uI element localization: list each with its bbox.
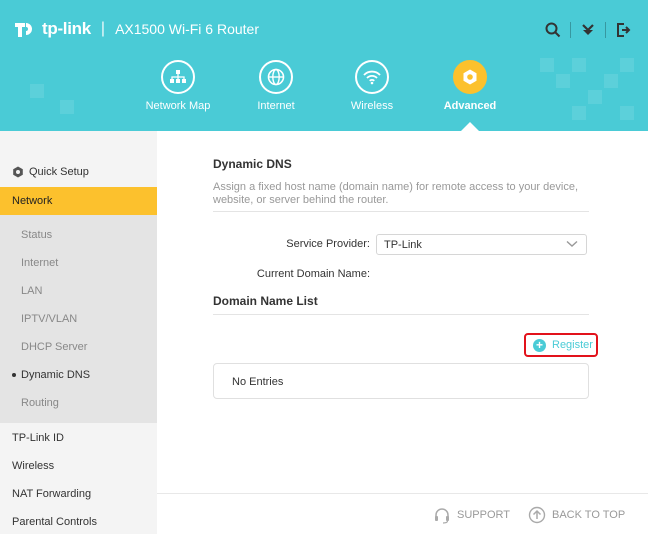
domain-list-title: Domain Name List [213,294,318,308]
download-icon[interactable] [577,19,599,41]
tab-label: Internet [257,100,295,112]
headset-icon [435,508,449,524]
sidebar-item-nat-forwarding[interactable]: NAT Forwarding [0,480,157,508]
tab-network-map[interactable]: Network Map [128,60,228,112]
sidebar-item-label: IPTV/VLAN [21,313,78,325]
sidebar-item-tp-link-id[interactable]: TP-Link ID [0,424,157,452]
sidebar-item-label: Quick Setup [29,166,89,178]
sidebar-item-iptv-vlan[interactable]: IPTV/VLAN [0,305,157,333]
sidebar-item-label: TP-Link ID [12,432,64,444]
sidebar-item-label: Wireless [12,460,55,472]
sidebar-item-label: Internet [21,257,59,269]
domain-list-table: No Entries [213,363,589,399]
sidebar-item-label: Status [21,229,53,241]
sidebar-item-label: Dynamic DNS [21,369,91,381]
tp-link-logo-icon [15,23,32,37]
globe-icon [259,60,293,94]
arrow-up-icon [528,506,546,524]
sidebar-item-label: Network [12,195,53,207]
gear-icon [453,60,487,94]
sidebar-item-wireless[interactable]: Wireless [0,452,157,480]
sidebar-item-label: Parental Controls [12,516,97,528]
search-icon[interactable] [542,19,564,41]
register-label: Register [552,339,593,351]
wifi-icon [355,60,389,94]
sidebar-item-label: LAN [21,285,43,297]
sidebar-item-lan[interactable]: LAN [0,277,157,305]
sidebar-item-dynamic-dns[interactable]: Dynamic DNS [0,361,157,389]
top-header: tp-link | AX1500 Wi-Fi 6 Router Network … [0,0,648,131]
sidebar-item-status[interactable]: Status [0,221,157,249]
main-content: Dynamic DNS Assign a fixed host name (do… [157,131,648,534]
page-title: Dynamic DNS [213,157,292,171]
sidebar-item-label: DHCP Server [21,341,88,353]
network-map-icon [161,60,195,94]
support-label: SUPPORT [457,509,510,521]
tab-advanced[interactable]: Advanced [420,60,520,112]
current-domain-label: Current Domain Name: [256,268,370,280]
service-provider-label: Service Provider: [286,238,370,250]
model-name: AX1500 Wi-Fi 6 Router [115,21,260,37]
tab-label: Wireless [350,100,394,112]
tab-label: Network Map [145,100,211,112]
divider [213,211,589,212]
sidebar-item-label: NAT Forwarding [12,488,92,500]
plus-icon: + [533,338,546,352]
footer: SUPPORT BACK TO TOP [157,493,648,534]
brand: tp-link | AX1500 Wi-Fi 6 Router [12,17,259,41]
service-provider-value: TP-Link [384,239,422,251]
sidebar-item-label: Routing [21,397,59,409]
active-tab-indicator [461,122,479,131]
logout-icon[interactable] [612,19,634,41]
support-link[interactable]: SUPPORT [433,506,510,524]
sidebar-item-quick-setup[interactable]: Quick Setup [0,158,157,186]
sidebar-item-network[interactable]: Network [0,187,157,215]
register-button[interactable]: + Register [524,333,598,357]
divider [213,314,589,315]
gear-icon [13,166,23,178]
page-description: Assign a fixed host name (domain name) f… [213,181,579,206]
sidebar-item-internet[interactable]: Internet [0,249,157,277]
back-to-top-label: BACK TO TOP [552,509,626,521]
brand-name: tp-link [42,19,91,38]
sidebar-item-parental-controls[interactable]: Parental Controls [0,508,157,534]
sidebar-item-routing[interactable]: Routing [0,389,157,417]
back-to-top-link[interactable]: BACK TO TOP [528,506,625,524]
brand-separator: | [100,20,106,37]
network-submenu: Status Internet LAN IPTV/VLAN DHCP Serve… [0,215,157,423]
tab-label: Advanced [443,100,497,112]
header-actions [536,19,634,41]
tab-wireless[interactable]: Wireless [322,60,422,112]
current-item-dot [12,373,16,377]
chevron-down-icon [566,240,578,247]
service-provider-select[interactable]: TP-Link [376,234,587,255]
tab-internet[interactable]: Internet [226,60,326,112]
no-entries-text: No Entries [232,376,284,388]
sidebar: Quick Setup Network Status Internet LAN … [0,131,157,534]
sidebar-item-dhcp-server[interactable]: DHCP Server [0,333,157,361]
